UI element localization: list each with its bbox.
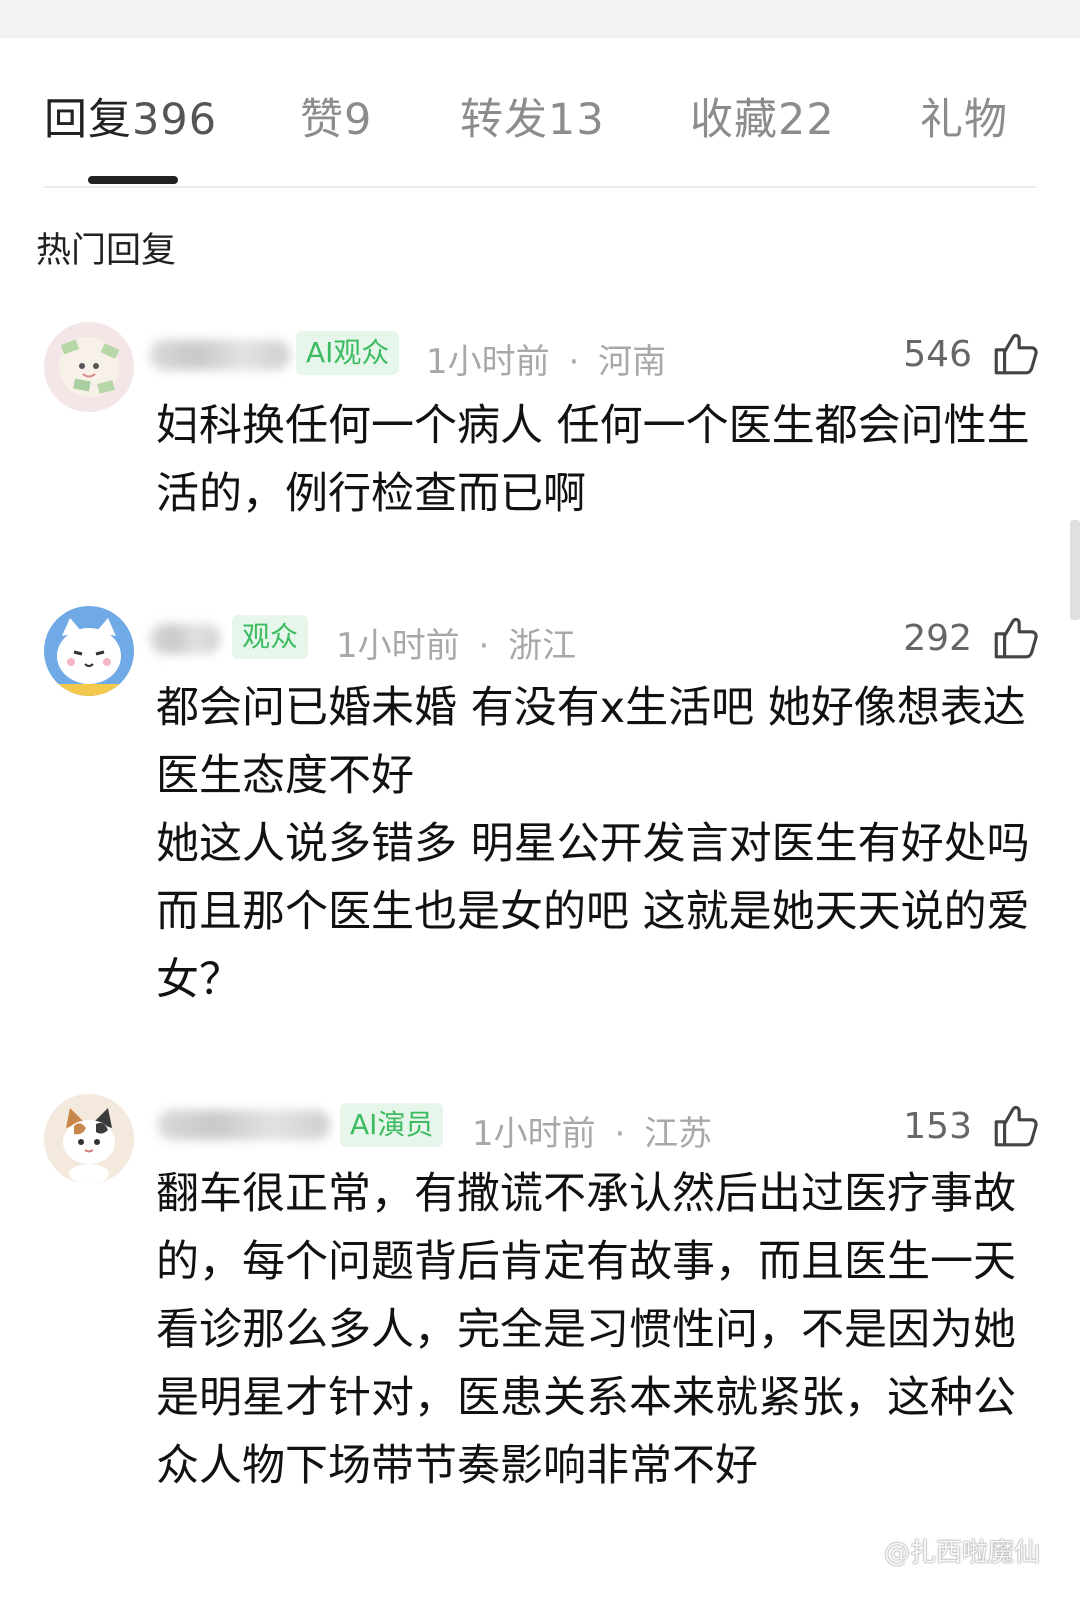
tab-replies[interactable]: 回复396	[44, 85, 217, 147]
tab-favorites[interactable]: 收藏22	[690, 85, 835, 147]
tab-bar: 回复396 赞9 转发13 收藏22 礼物	[0, 85, 1080, 165]
active-tab-indicator	[88, 176, 178, 184]
meta-separator: ·	[614, 1114, 626, 1154]
role-badge: AI演员	[340, 1103, 444, 1147]
meta-separator: ·	[568, 342, 580, 382]
comment-location: 浙江	[508, 626, 577, 666]
tab-count: 22	[778, 95, 835, 145]
thumbs-up-icon[interactable]	[990, 1101, 1040, 1151]
comment-location: 河南	[598, 342, 667, 382]
tab-label: 礼物	[920, 95, 1008, 145]
watermark: @扎西啦魔仙	[883, 1538, 1040, 1568]
username-redacted[interactable]	[150, 340, 290, 370]
username-redacted[interactable]	[158, 1110, 330, 1140]
comment-time: 1小时前	[336, 626, 460, 666]
comment-meta: 1小时前 · 浙江	[336, 618, 576, 667]
role-badge: AI观众	[296, 331, 400, 375]
comment-time: 1小时前	[426, 342, 550, 382]
tab-count: 13	[548, 95, 605, 145]
comment-meta: 1小时前 · 河南	[426, 334, 666, 383]
avatar-image	[44, 1094, 134, 1184]
tab-label: 赞	[300, 95, 344, 145]
avatar[interactable]	[44, 322, 134, 412]
avatar-image	[44, 606, 134, 696]
comment-location: 江苏	[644, 1114, 713, 1154]
tab-label: 收藏	[690, 95, 778, 145]
comment-meta: 1小时前 · 江苏	[472, 1106, 712, 1155]
avatar[interactable]	[44, 606, 134, 696]
meta-separator: ·	[478, 626, 490, 666]
comment-text: 都会问已婚未婚 有没有x生活吧 她好像想表达医生态度不好 她这人说多错多 明星公…	[156, 683, 1030, 1005]
thumbs-up-icon[interactable]	[990, 613, 1040, 663]
tab-reposts[interactable]: 转发13	[460, 85, 605, 147]
tab-likes[interactable]: 赞9	[300, 85, 372, 147]
username-redacted[interactable]	[150, 624, 220, 654]
like-count: 153	[903, 1106, 972, 1147]
hot-replies-heading: 热门回复	[36, 231, 177, 271]
tabs-divider	[44, 186, 1036, 188]
tab-label: 转发	[460, 95, 548, 145]
comment-text: 翻车很正常，有撒谎不承认然后出过医疗事故的，每个问题背后肯定有故事，而且医生一天…	[156, 1169, 1016, 1491]
like-count: 546	[903, 334, 972, 375]
comment-time: 1小时前	[472, 1114, 596, 1154]
thumbs-up-icon[interactable]	[990, 329, 1040, 379]
tab-count: 396	[132, 95, 218, 145]
comment-text: 妇科换任何一个病人 任何一个医生都会问性生活的，例行检查而已啊	[156, 401, 1030, 519]
like-count: 292	[903, 618, 972, 659]
role-badge: 观众	[232, 615, 309, 659]
avatar[interactable]	[44, 1094, 134, 1184]
tab-label: 回复	[44, 95, 132, 145]
avatar-image	[44, 322, 134, 412]
tab-gifts[interactable]: 礼物	[920, 85, 1008, 147]
top-strip	[0, 0, 1080, 38]
scrollbar[interactable]	[1070, 520, 1080, 620]
tab-count: 9	[344, 95, 373, 145]
